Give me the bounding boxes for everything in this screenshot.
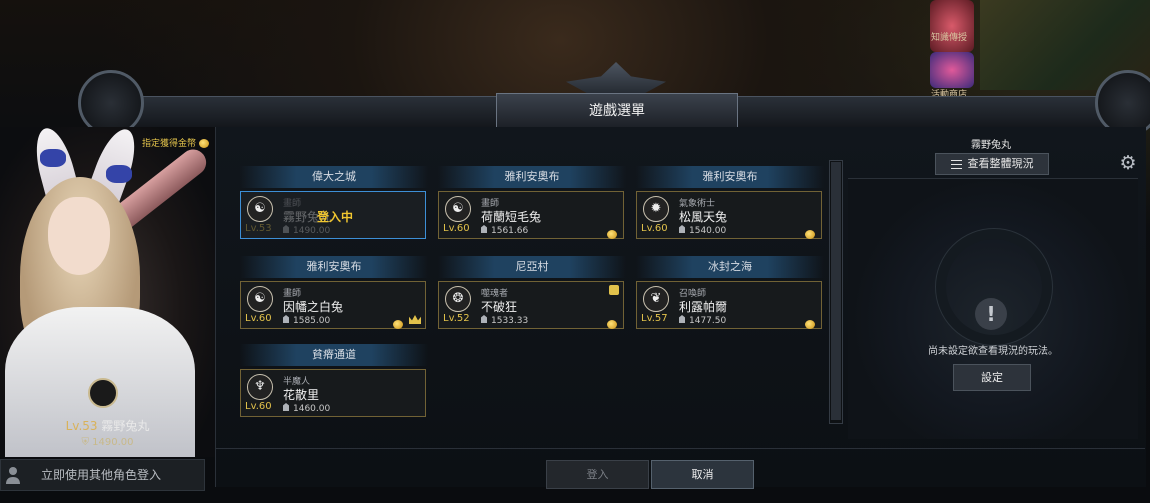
gift-icon [609, 285, 619, 295]
character-level: Lv.60 [245, 313, 272, 324]
artist-emblem-icon: ☯ [445, 196, 471, 222]
artist-emblem-icon: ☯ [247, 196, 273, 222]
setup-button[interactable]: 設定 [953, 364, 1031, 391]
portrait-bow-left [40, 149, 66, 167]
character-name: 因幡之白兔 [283, 300, 344, 314]
event-shop-icon[interactable] [930, 52, 974, 88]
character-power: 1533.33 [481, 315, 528, 326]
character-slot[interactable]: ❂ 噬魂者 不破狂 Lv.52 1533.33 [438, 281, 624, 329]
character-name: 利露帕爾 [679, 300, 728, 314]
overview-character-name: 霧野兔丸 [971, 140, 1011, 151]
souleater-emblem-icon: ❂ [445, 286, 471, 312]
server-header: 冰封之海 [636, 256, 824, 278]
character-power: 1460.00 [283, 403, 330, 414]
power-gem-icon [481, 315, 487, 323]
character-slot[interactable]: ❦ 召喚師 利露帕爾 Lv.57 1477.50 [636, 281, 822, 329]
logging-in-status: 登入中 [317, 210, 354, 224]
power-gem-icon [283, 403, 289, 411]
character-level: Lv.60 [641, 223, 668, 234]
hud-label-knowledge: 知識傳授 [931, 33, 968, 43]
portrait-face [48, 197, 110, 275]
gear-icon[interactable]: ⚙ [1118, 153, 1138, 173]
scrollbar-thumb[interactable] [831, 162, 841, 420]
gold-coin-icon [607, 224, 617, 243]
gold-coin-icon [393, 314, 403, 333]
server-header: 雅利安奧布 [636, 166, 824, 188]
selected-character-level: Lv.53 [65, 419, 98, 433]
character-slot[interactable]: ✹ 氣象術士 松風天兔 Lv.60 1540.00 [636, 191, 822, 239]
artist-emblem-icon [88, 378, 118, 408]
character-power: 1477.50 [679, 315, 726, 326]
selected-character-name: 霧野兔丸 [101, 419, 150, 433]
character-level: Lv.60 [245, 401, 272, 412]
demonic-emblem-icon: ♆ [247, 374, 273, 400]
power-gem-icon [679, 225, 685, 233]
character-power: 1490.00 [283, 225, 330, 236]
character-level: Lv.53 [245, 223, 272, 234]
selected-character-title: Lv.53 霧野兔丸 [0, 417, 215, 434]
server-header: 尼亞村 [438, 256, 626, 278]
server-header: 偉大之城 [240, 166, 428, 188]
gold-reward-label: 指定獲得金幣 [142, 136, 209, 149]
power-gem-icon [679, 315, 685, 323]
artist-emblem-icon: ☯ [247, 286, 273, 312]
server-header: 貧瘠通道 [240, 344, 428, 366]
login-button[interactable]: 登入 [546, 460, 649, 489]
summoner-emblem-icon: ❦ [643, 286, 669, 312]
character-slot[interactable]: ☯ 畫師 因幡之白兔 Lv.60 1585.00 [240, 281, 426, 329]
character-slot[interactable]: ☯ 畫師 荷蘭短毛兔 Lv.60 1561.66 [438, 191, 624, 239]
power-gem-icon [283, 225, 289, 233]
person-icon [6, 467, 20, 484]
character-name: 花散里 [283, 388, 320, 402]
login-other-character-button[interactable]: 立即使用其他角色登入 [0, 459, 205, 491]
character-slot[interactable]: ☯ 畫師 霧野兔丸 Lv.53 1490.00 登入中 [240, 191, 426, 239]
cancel-button[interactable]: 取消 [651, 460, 754, 489]
aeromancer-emblem-icon: ✹ [643, 196, 669, 222]
gold-coin-icon [805, 314, 815, 333]
server-header: 雅利安奧布 [240, 256, 428, 278]
character-name: 松風天兔 [679, 210, 728, 224]
window-title: 遊戲選單 [496, 93, 738, 129]
list-icon [950, 159, 962, 169]
server-header: 雅利安奧布 [438, 166, 626, 188]
view-overall-status-button[interactable]: 查看整體現況 [935, 153, 1049, 175]
character-power: 1585.00 [283, 315, 330, 326]
gold-coin-icon [805, 224, 815, 243]
selected-character-power: ⛨ 1490.00 [81, 437, 134, 448]
character-level: Lv.57 [641, 313, 668, 324]
character-level: Lv.52 [443, 313, 470, 324]
gold-coin-icon [607, 314, 617, 333]
knowledge-icon[interactable] [930, 0, 974, 52]
portrait-bow-right [106, 165, 132, 183]
power-gem-icon [481, 225, 487, 233]
character-level: Lv.60 [443, 223, 470, 234]
character-portrait [0, 127, 215, 457]
character-name: 荷蘭短毛兔 [481, 210, 542, 224]
character-name: 不破狂 [481, 300, 518, 314]
warning-icon: ! [975, 298, 1007, 330]
crown-icon [409, 315, 421, 324]
power-gem-icon [283, 315, 289, 323]
character-list-scrollbar[interactable] [829, 160, 843, 424]
footer-divider [215, 448, 1145, 449]
status-empty-message: 尚未設定欲查看現況的玩法。 [928, 346, 1058, 357]
gold-coin-icon [198, 139, 209, 148]
character-power: 1561.66 [481, 225, 528, 236]
character-power: 1540.00 [679, 225, 726, 236]
character-slot[interactable]: ♆ 半魔人 花散里 Lv.60 1460.00 [240, 369, 426, 417]
